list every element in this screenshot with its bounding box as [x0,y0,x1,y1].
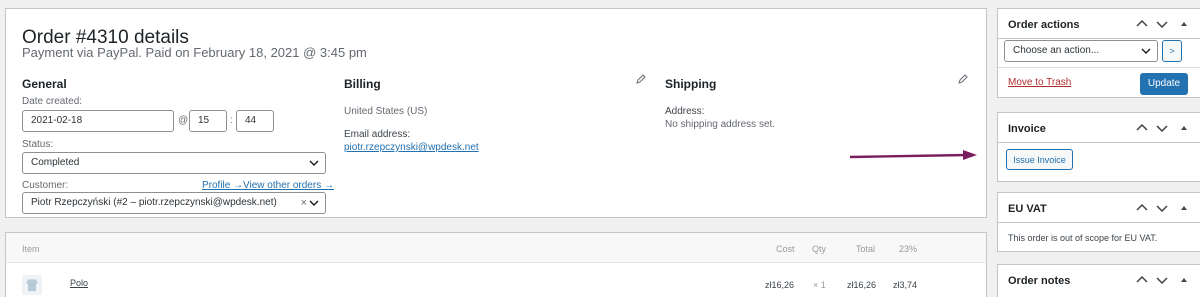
panel-controls [1136,203,1192,213]
panel-controls [1136,123,1192,133]
chevron-up-icon[interactable] [1136,19,1148,29]
order-actions-header: Order actions [998,9,1200,39]
order-action-select[interactable]: Choose an action... [1004,40,1158,62]
update-button[interactable]: Update [1140,73,1188,95]
move-to-trash-link[interactable]: Move to Trash [1008,77,1071,88]
order-notes-header: Order notes [998,265,1200,295]
divider [998,67,1200,68]
chevron-up-icon[interactable] [1136,275,1148,285]
item-cost: zł16,26 [765,280,795,290]
address-label: Address: [665,106,705,117]
order-actions-title: Order actions [1008,19,1080,31]
arrow-up-icon[interactable] [1178,203,1190,213]
order-action-placeholder: Choose an action... [1013,45,1100,56]
chevron-down-icon[interactable] [1156,19,1168,29]
order-subtitle: Payment via PayPal. Paid on February 18,… [22,45,367,60]
chevron-down-icon[interactable] [1156,275,1168,285]
customer-value: Piotr Rzepczyński (#2 – piotr.rzepczynsk… [31,197,277,208]
shipping-heading: Shipping [665,77,717,91]
billing-country: United States (US) [344,106,428,117]
email-link[interactable]: piotr.rzepczynski@wpdesk.net [344,142,479,153]
shirt-icon [26,279,38,291]
billing-heading: Billing [344,77,381,91]
product-thumbnail [22,275,42,295]
at-separator: @ [178,115,189,126]
col-total: Total [856,244,876,254]
eu-vat-header: EU VAT [998,193,1200,223]
chevron-down-icon [1141,48,1151,55]
chevron-down-icon [309,160,319,167]
item-total: zł16,26 [847,280,877,290]
order-items-panel: Item Cost Qty Total 23% Polo zł16,26 × 1… [5,232,987,297]
item-tax: zł3,74 [893,280,918,290]
date-created-label: Date created: [22,96,83,107]
eu-vat-panel: EU VAT This order is out of scope for EU… [997,192,1200,252]
chevron-down-icon[interactable] [1156,203,1168,213]
clear-icon[interactable]: × [301,193,307,213]
col-qty: Qty [812,244,827,254]
date-created-input[interactable]: 2021-02-18 [22,110,174,132]
pencil-icon[interactable] [958,74,968,84]
status-select[interactable]: Completed [22,152,326,174]
minute-input[interactable]: 44 [236,110,274,132]
arrow-up-icon[interactable] [1178,275,1190,285]
chevron-up-icon[interactable] [1136,203,1148,213]
view-other-orders-link[interactable]: View other orders → [243,180,334,191]
apply-action-button[interactable]: > [1162,40,1182,62]
invoice-header: Invoice [998,113,1200,143]
chevron-up-icon[interactable] [1136,123,1148,133]
address-value: No shipping address set. [665,119,776,130]
pencil-icon[interactable] [636,74,646,84]
order-notes-title: Order notes [1008,275,1071,287]
invoice-panel: Invoice Issue Invoice [997,112,1200,182]
panel-controls [1136,19,1192,29]
colon-separator: : [230,115,233,126]
customer-select[interactable]: Piotr Rzepczyński (#2 – piotr.rzepczynsk… [22,192,326,214]
item-qty: × 1 [813,280,826,290]
customer-label: Customer: [22,180,69,191]
general-heading: General [22,77,67,91]
issue-invoice-button[interactable]: Issue Invoice [1006,149,1073,170]
chevron-down-icon[interactable] [1156,123,1168,133]
chevron-down-icon [309,200,319,207]
annotation-arrow [849,150,977,160]
arrow-up-icon[interactable] [1178,123,1190,133]
email-label: Email address: [344,129,411,140]
status-label: Status: [22,139,54,150]
order-actions-panel: Order actions Choose an action... > Move… [997,8,1200,98]
col-item: Item [22,244,40,254]
arrow-up-icon[interactable] [1178,19,1190,29]
status-value: Completed [31,157,80,168]
item-name-link[interactable]: Polo [70,278,88,288]
col-tax: 23% [899,244,918,254]
hour-input[interactable]: 15 [189,110,227,132]
invoice-title: Invoice [1008,123,1046,135]
col-cost: Cost [776,244,795,254]
order-notes-panel: Order notes [997,264,1200,297]
eu-vat-title: EU VAT [1008,203,1047,215]
panel-controls [1136,275,1192,285]
order-details-panel: Order #4310 details Payment via PayPal. … [5,8,987,218]
items-table-header: Item Cost Qty Total 23% [6,233,986,263]
profile-link[interactable]: Profile → [202,180,243,191]
eu-vat-message: This order is out of scope for EU VAT. [1008,233,1158,243]
